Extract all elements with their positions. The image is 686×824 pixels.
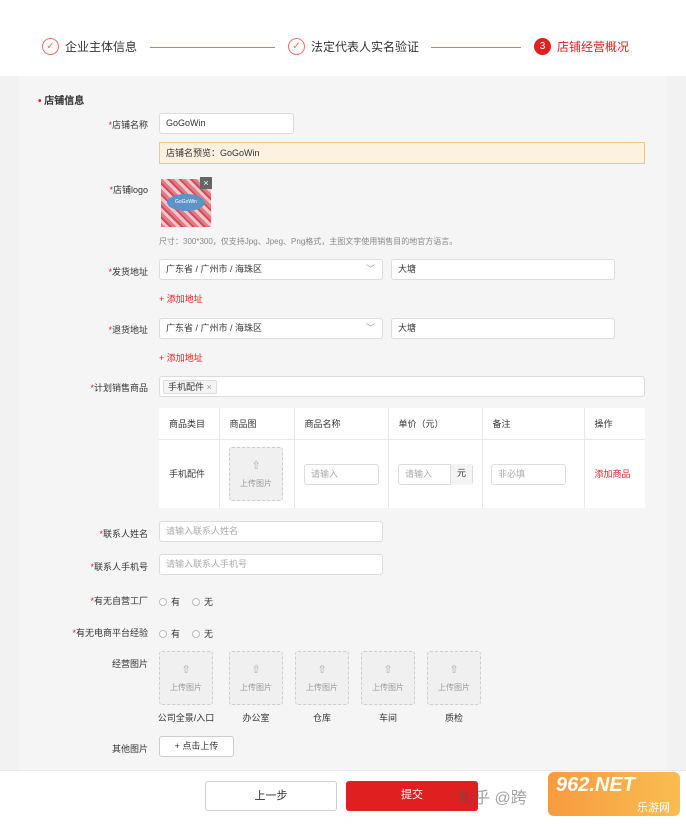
step-2: ✓ 法定代表人实名验证 [288,38,419,55]
upload-warehouse-image[interactable]: ⇧ 上传图片 [295,651,349,705]
step-3: 3 店铺经营概况 [534,38,629,55]
store-name-preview: 店铺名预览：GoGoWin [159,142,645,164]
price-unit: 元 [450,464,472,485]
product-price-input[interactable]: 请输入 元 [398,464,473,485]
return-detail-input[interactable]: 大塘 [391,318,615,339]
ecom-yes-radio[interactable]: 有 [159,627,180,640]
radio-circle [192,597,200,606]
other-images-label: 其他图片 [111,744,148,754]
contact-phone-label: *联系人手机号 [90,562,148,572]
step-divider [150,47,275,48]
chevron-down-icon: ﹀ [365,323,375,333]
factory-label: *有无自营工厂 [90,596,148,606]
planned-goods-select[interactable]: 手机配件 × [159,376,645,397]
caption-qc: 质检 [444,713,463,723]
radio-circle [159,629,167,638]
col-image: 商品图 [219,408,295,440]
row-category: 手机配件 [159,439,220,508]
step-divider [431,47,521,48]
product-image-upload[interactable]: ⇧ 上传图片 [229,447,283,501]
upload-icon: ⇧ [317,664,327,676]
site-watermark-sub: 乐游网 [637,802,670,814]
logo-hint: 尺寸：300*300，仅支持Jpg、Jpeg、Png格式，主图文字使用销售目的地… [159,237,458,246]
step-1-label: 企业主体信息 [65,40,138,54]
upload-workshop-image[interactable]: ⇧ 上传图片 [361,651,415,705]
step-3-label: 店铺经营概况 [557,40,630,54]
upload-icon: ⇧ [251,460,261,472]
site-watermark: 962.NET 乐游网 [548,772,680,816]
product-note-input[interactable]: 非必填 [491,464,566,485]
ship-detail-input[interactable]: 大塘 [391,259,615,280]
step-1: ✓ 企业主体信息 [42,38,137,55]
col-action: 操作 [584,408,645,440]
prev-step-button[interactable]: 上一步 [205,781,337,811]
logo-badge: GoGoWin [167,194,205,211]
ship-region-select[interactable]: 广东省 / 广州市 / 海珠区 ﹀ [159,259,383,280]
factory-no-radio[interactable]: 无 [192,595,213,608]
upload-icon: ⇧ [181,664,191,676]
col-name: 商品名称 [294,408,389,440]
caption-entrance: 公司全景/入口 [157,713,215,723]
goods-tag: 手机配件 × [163,380,217,394]
check-circle-icon: ✓ [288,38,305,55]
chevron-down-icon: ﹀ [365,264,375,274]
caption-office: 办公室 [242,713,270,723]
factory-yes-radio[interactable]: 有 [159,595,180,608]
upload-entrance-image[interactable]: ⇧ 上传图片 [159,651,213,705]
add-product-link[interactable]: 添加商品 [584,439,645,508]
radio-circle [159,597,167,606]
steps-bar: ✓ 企业主体信息 ✓ 法定代表人实名验证 3 店铺经营概况 [0,0,686,76]
ecom-no-radio[interactable]: 无 [192,627,213,640]
planned-goods-label: *计划销售商品 [90,383,148,393]
product-name-input[interactable]: 请输入 [304,464,379,485]
site-watermark-text: 962.NET [556,774,635,796]
tag-close-icon[interactable]: × [207,382,212,392]
radio-circle [192,629,200,638]
add-ship-address-link[interactable]: + 添加地址 [159,292,203,305]
upload-qc-image[interactable]: ⇧ 上传图片 [427,651,481,705]
ecom-label: *有无电商平台经验 [72,628,148,638]
col-note: 备注 [482,408,585,440]
upload-icon: ⇧ [251,664,261,676]
ship-address-label: *发货地址 [108,267,148,277]
caption-workshop: 车间 [378,713,397,723]
contact-name-input[interactable]: 请输入联系人姓名 [159,521,383,542]
contact-name-label: *联系人姓名 [99,529,148,539]
other-images-upload-button[interactable]: + 点击上传 [159,736,234,757]
upload-office-image[interactable]: ⇧ 上传图片 [229,651,283,705]
return-region-select[interactable]: 广东省 / 广州市 / 海珠区 ﹀ [159,318,383,339]
upload-icon: ⇧ [383,664,393,676]
col-category: 商品类目 [159,408,220,440]
return-address-label: *退货地址 [108,325,148,335]
store-name-input[interactable]: GoGoWin [159,113,294,134]
upload-icon: ⇧ [449,664,459,676]
col-price: 单价（元） [388,408,483,440]
check-circle-icon: ✓ [42,38,59,55]
table-header-row: 商品类目 商品图 商品名称 单价（元） 备注 操作 [159,408,645,440]
section-title: • 店铺信息 [38,96,85,107]
ops-images-label: 经营图片 [111,659,148,669]
zhihu-watermark: 知乎 @跨 [458,790,527,807]
logo-label: *店铺logo [109,185,148,195]
step-number-badge: 3 [534,38,551,55]
contact-phone-input[interactable]: 请输入联系人手机号 [159,554,383,575]
remove-logo-icon[interactable]: × [200,177,212,189]
caption-warehouse: 仓库 [312,713,331,723]
store-name-label: *店铺名称 [108,120,148,130]
add-return-address-link[interactable]: + 添加地址 [159,351,203,364]
step-2-label: 法定代表人实名验证 [311,40,420,54]
